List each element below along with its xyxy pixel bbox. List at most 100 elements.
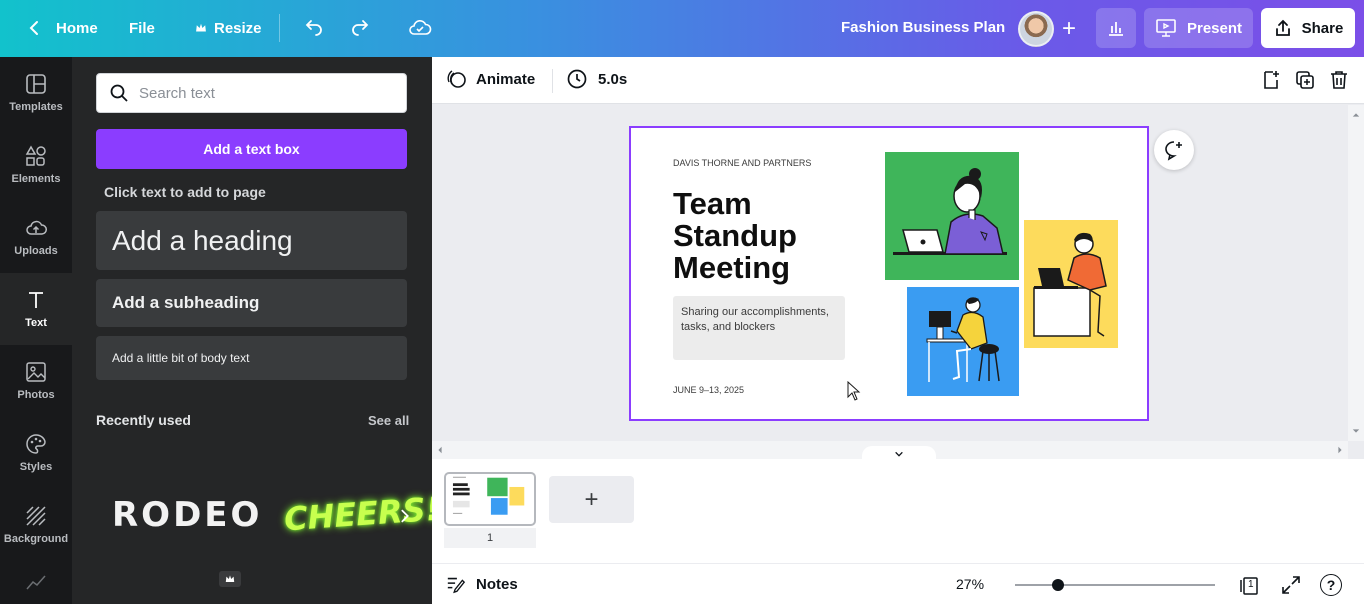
notes-button[interactable]: Notes — [446, 574, 518, 594]
duration-label: 5.0s — [598, 70, 628, 88]
rail-item-templates[interactable]: Templates — [0, 57, 72, 129]
share-button[interactable]: Share — [1261, 8, 1355, 48]
see-all-link[interactable]: See all — [368, 413, 409, 428]
search-input[interactable] — [139, 84, 379, 102]
help-button[interactable]: ? — [1320, 574, 1342, 596]
illustration-woman-laptop[interactable] — [885, 152, 1019, 280]
page-count-button[interactable]: 1 — [1238, 574, 1260, 596]
home-button[interactable]: Home — [14, 8, 108, 48]
save-status-button[interactable] — [398, 8, 442, 48]
rail-label: Elements — [11, 173, 61, 185]
crown-icon — [225, 575, 235, 582]
rail-label: Styles — [19, 461, 53, 473]
illustration-man-orange-laptop[interactable] — [1024, 220, 1118, 348]
animate-button[interactable]: Animate — [446, 68, 535, 90]
vertical-scrollbar[interactable] — [1348, 105, 1364, 441]
zoom-slider-handle[interactable] — [1052, 579, 1065, 591]
scroll-up-icon — [1352, 113, 1360, 117]
elements-icon — [25, 145, 46, 166]
file-label: File — [129, 19, 155, 37]
rail-item-styles[interactable]: Styles — [0, 417, 72, 489]
rail-item-background[interactable]: Background — [0, 489, 72, 561]
add-collaborator-button[interactable]: + — [1054, 11, 1084, 47]
photo-icon — [26, 362, 46, 382]
file-menu-button[interactable]: File — [119, 8, 165, 48]
recent-font-rodeo[interactable]: RODEO — [112, 495, 262, 535]
pages-strip: 1 + — [432, 459, 1364, 563]
scroll-left-icon — [438, 446, 442, 454]
scroll-right-icon — [1338, 446, 1342, 454]
rail-label: Photos — [17, 389, 55, 401]
avatar[interactable] — [1018, 11, 1054, 47]
insights-button[interactable] — [1096, 8, 1136, 48]
duration-button[interactable]: 5.0s — [566, 68, 627, 90]
mouse-cursor-icon — [847, 381, 861, 401]
duplicate-page-icon[interactable] — [1294, 69, 1316, 91]
person-computer-illustration — [926, 297, 1000, 382]
zoom-percentage[interactable]: 27% — [956, 576, 984, 592]
click-text-hint: Click text to add to page — [104, 184, 266, 200]
page-number: 1 — [444, 528, 536, 548]
recent-font-cheers[interactable]: CHEERS! — [283, 490, 442, 539]
redo-button[interactable] — [340, 8, 380, 48]
delete-page-icon[interactable] — [1328, 69, 1350, 91]
chevron-right-icon — [401, 509, 409, 523]
bar-chart-icon — [1109, 22, 1123, 36]
page-count: 1 — [1248, 579, 1254, 590]
notes-icon — [447, 577, 466, 594]
rail-label: Uploads — [14, 245, 58, 257]
text-icon — [29, 292, 43, 308]
premium-badge — [219, 571, 241, 587]
plus-icon: + — [1061, 15, 1076, 42]
bottom-bar: Notes 27% 1 ? — [432, 563, 1364, 604]
add-text-box-button[interactable]: Add a text box — [96, 129, 407, 169]
present-button[interactable]: Present — [1144, 8, 1253, 48]
document-title[interactable]: Fashion Business Plan — [841, 19, 1005, 36]
divider — [552, 69, 553, 93]
add-heading-button[interactable]: Add a heading — [96, 211, 407, 270]
recent-next-button[interactable] — [394, 501, 416, 531]
chevron-down-icon — [895, 451, 903, 457]
present-label: Present — [1186, 19, 1243, 37]
illustration-man-computer[interactable] — [907, 287, 1019, 396]
rail-label: Templates — [9, 101, 63, 113]
search-icon — [110, 84, 128, 102]
clock-icon — [567, 69, 587, 89]
comment-plus-icon — [1165, 141, 1182, 161]
rail-item-more[interactable] — [0, 561, 72, 604]
divider — [279, 14, 280, 42]
redo-icon — [352, 20, 369, 36]
add-subheading-button[interactable]: Add a subheading — [96, 279, 407, 327]
chart-icon — [26, 575, 46, 590]
share-label: Share — [1301, 19, 1344, 37]
slide-company-name[interactable]: DAVIS THORNE AND PARTNERS — [673, 158, 811, 168]
add-body-text-button[interactable]: Add a little bit of body text — [96, 336, 407, 380]
resize-label: Resize — [214, 19, 262, 37]
resize-button[interactable]: Resize — [184, 8, 272, 48]
cloud-upload-icon — [26, 220, 47, 235]
slide-title[interactable]: Team Standup Meeting — [673, 188, 863, 284]
rail-item-text[interactable]: Text — [0, 273, 72, 345]
text-panel: Add a text box Click text to add to page… — [72, 57, 441, 604]
add-comment-button[interactable] — [1154, 130, 1194, 170]
animate-icon — [447, 70, 466, 88]
templates-icon — [26, 74, 46, 94]
chevron-left-icon — [29, 21, 38, 35]
rail-label: Text — [25, 317, 47, 329]
slide-page[interactable]: DAVIS THORNE AND PARTNERS Team Standup M… — [629, 126, 1149, 421]
zoom-slider-track[interactable] — [1015, 584, 1215, 586]
add-page-icon[interactable] — [1260, 69, 1282, 91]
slide-description[interactable]: Sharing our accomplishments, tasks, and … — [673, 296, 845, 360]
fullscreen-icon[interactable] — [1280, 574, 1302, 596]
scroll-down-icon — [1352, 429, 1360, 433]
top-bar: Home File Resize Fashion Business Plan +… — [0, 0, 1364, 57]
rail-item-elements[interactable]: Elements — [0, 129, 72, 201]
add-page-button[interactable]: + — [549, 476, 634, 523]
page-thumbnail[interactable] — [444, 472, 536, 526]
undo-button[interactable] — [294, 8, 334, 48]
animate-label: Animate — [476, 70, 536, 88]
rail-item-uploads[interactable]: Uploads — [0, 201, 72, 273]
slide-date[interactable]: JUNE 9–13, 2025 — [673, 385, 744, 395]
rail-item-photos[interactable]: Photos — [0, 345, 72, 417]
search-box[interactable] — [96, 73, 407, 113]
